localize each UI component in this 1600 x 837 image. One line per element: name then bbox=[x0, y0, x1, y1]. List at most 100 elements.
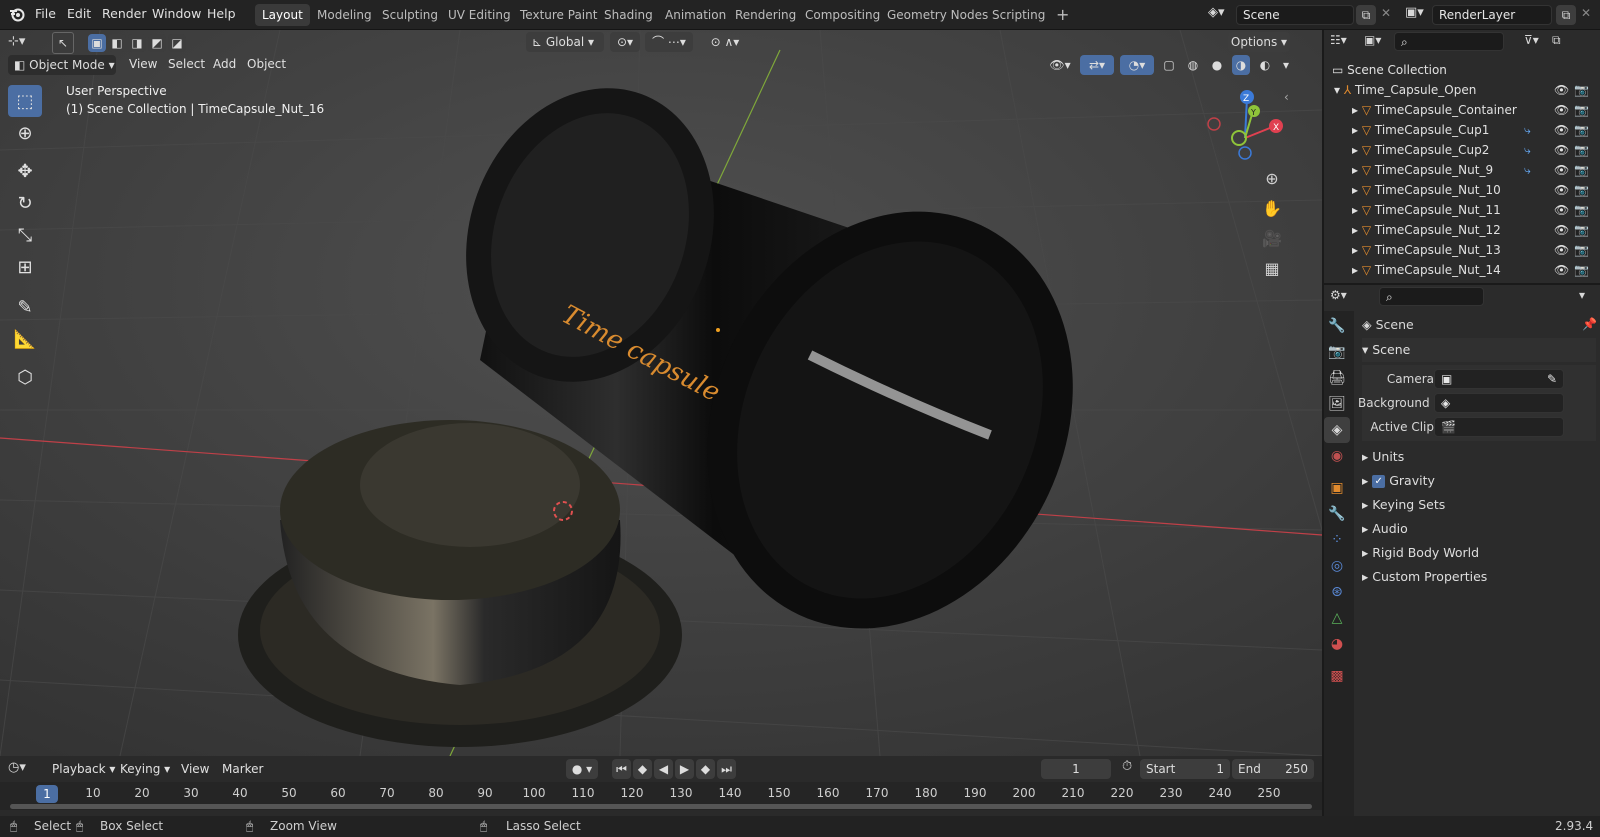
end-frame-field[interactable]: End 250 bbox=[1232, 759, 1314, 779]
active-clip-field[interactable]: 🎬 bbox=[1434, 417, 1564, 437]
camera-icon[interactable]: 📷 bbox=[1574, 220, 1589, 240]
camera-icon[interactable]: 📷 bbox=[1574, 100, 1589, 120]
eye-icon[interactable]: 👁 bbox=[1554, 120, 1569, 140]
cursor-tool-icon[interactable]: ⊕ bbox=[8, 117, 42, 149]
scale-tool-icon[interactable]: ⤡ bbox=[8, 219, 42, 251]
jump-start-icon[interactable]: ⏮ bbox=[612, 759, 631, 779]
move-tool-icon[interactable]: ✥ bbox=[8, 155, 42, 187]
next-keyframe-icon[interactable]: ◆ bbox=[696, 759, 715, 779]
annotate-tool-icon[interactable]: ✎ bbox=[8, 291, 42, 323]
tab-geometry-nodes[interactable]: Geometry Nodes bbox=[880, 4, 995, 26]
sidebar-toggle-icon[interactable]: ‹ bbox=[1284, 90, 1289, 104]
blender-logo-icon[interactable] bbox=[8, 5, 26, 23]
tab-modeling[interactable]: Modeling bbox=[310, 4, 379, 26]
tab-layout[interactable]: Layout bbox=[255, 4, 310, 26]
chevron-down-icon[interactable]: ▾ bbox=[1579, 288, 1585, 302]
outliner-search-input[interactable]: ⌕ bbox=[1394, 32, 1504, 51]
select-new-icon[interactable]: ▣ bbox=[88, 34, 106, 52]
world-tab-icon[interactable]: ◉ bbox=[1324, 443, 1350, 469]
outliner-row[interactable]: ▸ ▽ TimeCapsule_Nut_9 ⤷ 👁 📷 bbox=[1324, 160, 1600, 180]
texture-tab-icon[interactable]: ▩ bbox=[1324, 663, 1350, 689]
tab-texture-paint[interactable]: Texture Paint bbox=[513, 4, 604, 26]
physics-tab-icon[interactable]: ◎ bbox=[1324, 553, 1350, 579]
outliner-row[interactable]: ▸ ▽ TimeCapsule_Cup2 ⤷ 👁 📷 bbox=[1324, 140, 1600, 160]
render-tab-icon[interactable]: 📷 bbox=[1324, 339, 1350, 365]
keying-sets-panel-header[interactable]: ▸ Keying Sets bbox=[1362, 493, 1596, 517]
editor-type-icon[interactable]: ⊹▾ bbox=[8, 34, 42, 54]
menu-help[interactable]: Help bbox=[207, 0, 236, 28]
snap-icon[interactable]: ⌒ ⋯▾ bbox=[645, 32, 693, 52]
outliner-row[interactable]: ▸ ▽ TimeCapsule_Nut_14 👁 📷 bbox=[1324, 260, 1600, 280]
material-tab-icon[interactable]: ◕ bbox=[1324, 631, 1350, 657]
background-scene-field[interactable]: ◈ bbox=[1434, 393, 1564, 413]
outliner-row[interactable]: ▸ ▽ TimeCapsule_Nut_13 👁 📷 bbox=[1324, 240, 1600, 260]
gravity-panel-header[interactable]: ▸ ✓ Gravity bbox=[1362, 469, 1596, 493]
object-tab-icon[interactable]: ▣ bbox=[1324, 475, 1350, 501]
eye-icon[interactable]: 👁 bbox=[1554, 140, 1569, 160]
rigid-body-panel-header[interactable]: ▸ Rigid Body World bbox=[1362, 541, 1596, 565]
tab-uv-editing[interactable]: UV Editing bbox=[441, 4, 518, 26]
display-mode-icon[interactable]: ▣▾ bbox=[1364, 33, 1381, 47]
scene-selector-icon[interactable]: ◈▾ bbox=[1208, 5, 1225, 20]
camera-view-icon[interactable]: 🎥 bbox=[1258, 224, 1286, 252]
new-view-layer-icon[interactable]: ⧉ bbox=[1556, 5, 1576, 25]
pan-hand-icon[interactable]: ✋ bbox=[1258, 194, 1286, 222]
eyedropper-icon[interactable]: ✎ bbox=[1547, 370, 1557, 388]
select-extend-icon[interactable]: ◧ bbox=[108, 34, 126, 52]
timeline-menu-view[interactable]: View bbox=[181, 758, 209, 780]
audio-panel-header[interactable]: ▸ Audio bbox=[1362, 517, 1596, 541]
new-scene-icon[interactable]: ⧉ bbox=[1356, 5, 1376, 25]
eye-icon[interactable]: 👁 bbox=[1554, 160, 1569, 180]
record-keyframe-icon[interactable]: ● ▾ bbox=[566, 759, 598, 779]
prev-keyframe-icon[interactable]: ◆ bbox=[633, 759, 652, 779]
select-tool-icon[interactable]: ↖ bbox=[52, 32, 74, 54]
outliner-row[interactable]: ▾ ⅄ Time_Capsule_Open 👁 📷 bbox=[1324, 80, 1600, 100]
output-tab-icon[interactable]: 🖨 bbox=[1324, 365, 1350, 391]
eye-icon[interactable]: 👁 bbox=[1554, 200, 1569, 220]
camera-icon[interactable]: 📷 bbox=[1574, 260, 1589, 280]
viewport-menu-view[interactable]: View bbox=[129, 53, 157, 75]
timeline-menu-marker[interactable]: Marker bbox=[222, 758, 263, 780]
view-layer-icon[interactable]: ▣▾ bbox=[1405, 5, 1424, 20]
units-panel-header[interactable]: ▸ Units bbox=[1362, 445, 1596, 469]
gizmo-toggle-icon[interactable]: ⇄▾ bbox=[1080, 55, 1114, 75]
xray-icon[interactable]: ▢ bbox=[1160, 55, 1178, 75]
select-invert-icon[interactable]: ◩ bbox=[148, 34, 166, 52]
menu-file[interactable]: File bbox=[35, 0, 56, 28]
eye-icon[interactable]: 👁 bbox=[1554, 80, 1569, 100]
tab-scripting[interactable]: Scripting bbox=[985, 4, 1052, 26]
tab-rendering[interactable]: Rendering bbox=[728, 4, 803, 26]
proportional-editing-icon[interactable]: ⊙ ∧▾ bbox=[700, 32, 750, 52]
custom-properties-panel-header[interactable]: ▸ Custom Properties bbox=[1362, 565, 1596, 589]
pivot-point-icon[interactable]: ⊙▾ bbox=[610, 32, 640, 52]
eye-icon[interactable]: 👁 bbox=[1554, 180, 1569, 200]
menu-window[interactable]: Window bbox=[152, 0, 201, 28]
particles-tab-icon[interactable]: ⁘ bbox=[1324, 527, 1350, 553]
viewport-menu-select[interactable]: Select bbox=[168, 53, 205, 75]
camera-icon[interactable]: 📷 bbox=[1574, 240, 1589, 260]
timeline-scrollbar[interactable] bbox=[10, 804, 1312, 809]
navigation-gizmo[interactable]: Z X Y bbox=[1205, 88, 1295, 168]
shading-options-icon[interactable]: ▾ bbox=[1280, 55, 1292, 75]
tab-compositing[interactable]: Compositing bbox=[798, 4, 887, 26]
properties-editor-icon[interactable]: ⚙▾ bbox=[1330, 288, 1347, 302]
rotate-tool-icon[interactable]: ↻ bbox=[8, 187, 42, 219]
timeline-menu-playback[interactable]: Playback ▾ bbox=[52, 758, 115, 780]
perspective-grid-icon[interactable]: ▦ bbox=[1258, 254, 1286, 282]
scene-tab-icon[interactable]: ◈ bbox=[1324, 417, 1350, 443]
play-icon[interactable]: ▶ bbox=[675, 759, 694, 779]
preview-range-icon[interactable]: ⏱ bbox=[1122, 759, 1132, 774]
outliner-row[interactable]: ▸ ▽ TimeCapsule_Cup1 ⤷ 👁 📷 bbox=[1324, 120, 1600, 140]
new-collection-icon[interactable]: ⧉ bbox=[1552, 33, 1561, 48]
play-reverse-icon[interactable]: ◀ bbox=[654, 759, 673, 779]
outliner-row[interactable]: ▸ ▽ TimeCapsule_Nut_11 👁 📷 bbox=[1324, 200, 1600, 220]
camera-icon[interactable]: 📷 bbox=[1574, 160, 1589, 180]
mode-dropdown[interactable]: ◧ Object Mode ▾ bbox=[8, 55, 116, 75]
eye-icon[interactable]: 👁 bbox=[1554, 220, 1569, 240]
view-layer-field[interactable]: RenderLayer bbox=[1432, 5, 1552, 25]
timeline-menu-keying[interactable]: Keying ▾ bbox=[120, 758, 170, 780]
tab-shading[interactable]: Shading bbox=[597, 4, 660, 26]
gravity-checkbox[interactable]: ✓ bbox=[1372, 475, 1386, 488]
close-view-layer-icon[interactable]: ✕ bbox=[1581, 6, 1591, 20]
viewport-menu-add[interactable]: Add bbox=[213, 53, 236, 75]
